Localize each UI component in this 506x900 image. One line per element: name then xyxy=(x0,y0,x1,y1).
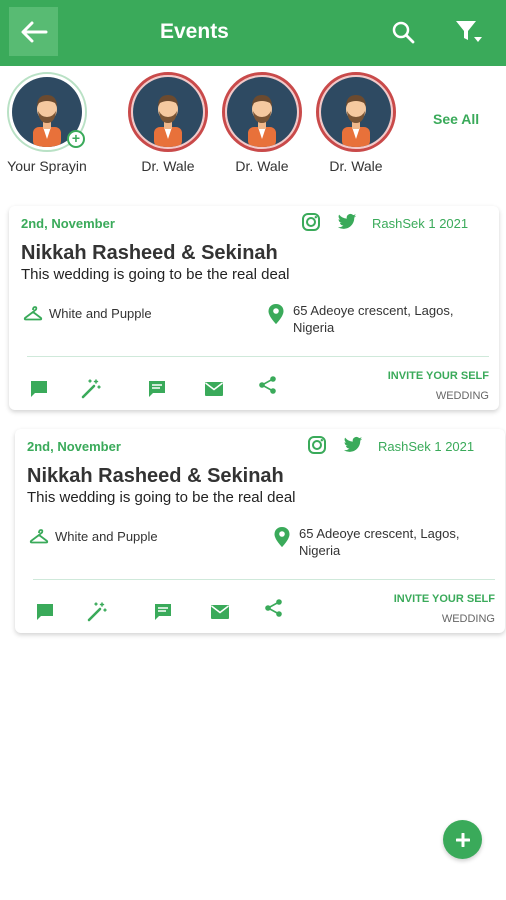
instagram-icon[interactable] xyxy=(301,212,321,232)
share-button[interactable] xyxy=(257,374,279,396)
person-icon xyxy=(342,95,370,147)
event-title: Nikkah Rasheed & Sekinah xyxy=(27,465,284,487)
email-button[interactable] xyxy=(209,601,231,623)
mail-icon xyxy=(211,605,229,619)
story-ring: + xyxy=(7,72,87,152)
person-icon xyxy=(154,95,182,147)
story-item[interactable]: Dr. Wale xyxy=(306,72,406,174)
search-icon xyxy=(392,21,415,44)
mail-icon xyxy=(205,382,223,396)
comment-button[interactable] xyxy=(34,601,56,623)
app-bar: Events xyxy=(0,0,506,66)
plus-icon xyxy=(455,832,470,847)
add-event-button[interactable] xyxy=(443,820,482,859)
story-item[interactable]: Dr. Wale xyxy=(118,72,218,174)
instagram-icon[interactable] xyxy=(307,435,327,455)
page-title: Events xyxy=(160,20,229,43)
event-description: This wedding is going to be the real dea… xyxy=(21,266,290,283)
invite-yourself-button[interactable]: INVITE YOUR SELF xyxy=(394,593,495,605)
stories-row: + Your Sprayin Dr. Wale Dr. Wale Dr. Wal… xyxy=(0,66,506,176)
event-handle[interactable]: RashSek 1 2021 xyxy=(372,216,468,231)
story-ring xyxy=(222,72,302,152)
message-button[interactable] xyxy=(152,601,174,623)
comment-icon xyxy=(37,604,53,620)
magic-wand-icon xyxy=(87,602,107,622)
arrow-left-icon xyxy=(21,21,47,42)
story-label: Dr. Wale xyxy=(329,158,383,174)
see-all-link[interactable]: See All xyxy=(433,111,479,127)
magic-wand-button[interactable] xyxy=(80,378,102,400)
filter-button[interactable] xyxy=(452,15,486,49)
event-description: This wedding is going to be the real dea… xyxy=(27,489,296,506)
magic-wand-icon xyxy=(81,379,101,399)
email-button[interactable] xyxy=(203,378,225,400)
add-story-badge[interactable]: + xyxy=(67,130,85,148)
event-category: WEDDING xyxy=(435,390,489,402)
filter-icon xyxy=(456,21,482,42)
comment-icon xyxy=(31,381,47,397)
invite-yourself-button[interactable]: INVITE YOUR SELF xyxy=(388,370,489,382)
share-icon xyxy=(265,599,282,617)
story-ring xyxy=(316,72,396,152)
message-button[interactable] xyxy=(146,378,168,400)
story-item-own[interactable]: + Your Sprayin xyxy=(0,72,97,174)
story-item[interactable]: Dr. Wale xyxy=(212,72,312,174)
event-date: 2nd, November xyxy=(27,439,121,454)
hanger-icon xyxy=(29,529,49,544)
person-icon xyxy=(248,95,276,147)
dress-code: White and Pupple xyxy=(55,529,158,544)
share-icon xyxy=(259,376,276,394)
search-button[interactable] xyxy=(388,17,418,47)
avatar xyxy=(133,77,203,147)
hanger-icon xyxy=(23,306,43,321)
event-title: Nikkah Rasheed & Sekinah xyxy=(21,242,278,264)
event-address: 65 Adeoye crescent, Lagos, Nigeria xyxy=(293,303,454,335)
dress-code: White and Pupple xyxy=(49,306,152,321)
magic-wand-button[interactable] xyxy=(86,601,108,623)
twitter-icon[interactable] xyxy=(343,435,363,455)
event-card[interactable]: 2nd, November RashSek 1 2021 Nikkah Rash… xyxy=(15,429,505,633)
avatar xyxy=(321,77,391,147)
share-button[interactable] xyxy=(263,597,285,619)
story-ring xyxy=(128,72,208,152)
location-pin-icon xyxy=(268,304,284,324)
event-category: WEDDING xyxy=(441,613,495,625)
divider xyxy=(33,579,495,580)
divider xyxy=(27,356,489,357)
event-handle[interactable]: RashSek 1 2021 xyxy=(378,439,474,454)
story-label: Dr. Wale xyxy=(235,158,289,174)
twitter-icon[interactable] xyxy=(337,212,357,232)
event-date: 2nd, November xyxy=(21,216,115,231)
event-card[interactable]: 2nd, November RashSek 1 2021 Nikkah Rash… xyxy=(9,206,499,410)
comment-button[interactable] xyxy=(28,378,50,400)
back-button[interactable] xyxy=(9,7,58,56)
location-pin-icon xyxy=(274,527,290,547)
story-label: Your Sprayin xyxy=(7,158,87,174)
avatar xyxy=(227,77,297,147)
message-icon xyxy=(155,604,171,620)
story-label: Dr. Wale xyxy=(141,158,195,174)
message-icon xyxy=(149,381,165,397)
event-address: 65 Adeoye crescent, Lagos, Nigeria xyxy=(299,526,460,558)
